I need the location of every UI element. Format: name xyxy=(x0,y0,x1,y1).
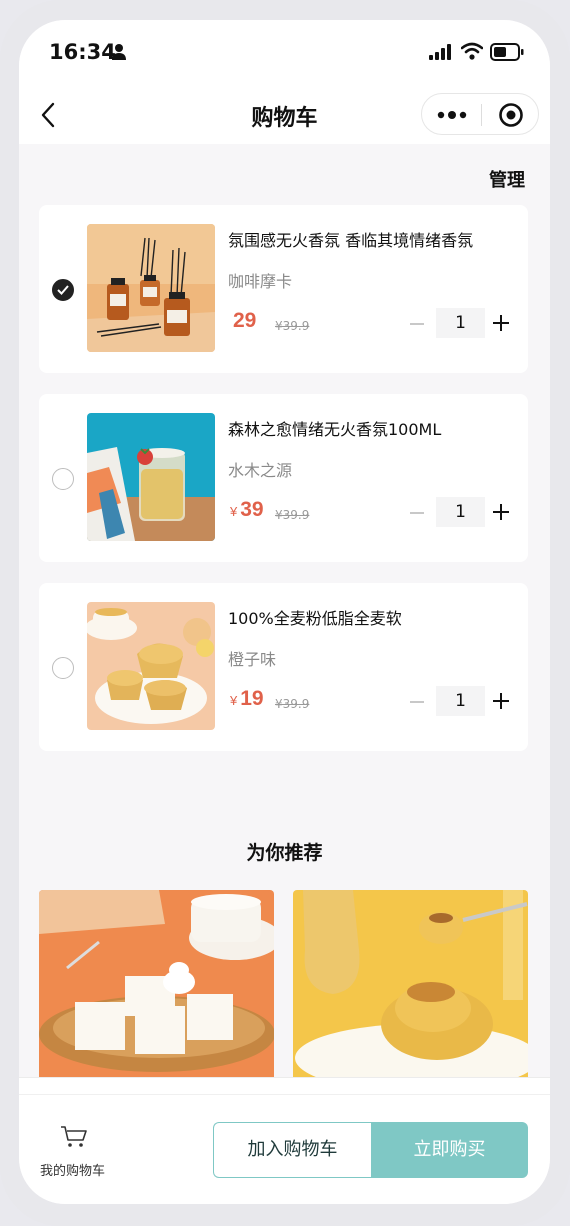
original-price: ¥39.9 xyxy=(275,697,310,711)
quantity-input[interactable]: 1 xyxy=(436,497,485,527)
product-image-muffins[interactable] xyxy=(87,602,215,730)
person-icon xyxy=(112,44,126,60)
product-price: ¥39 xyxy=(230,498,264,522)
quantity-plus-button[interactable] xyxy=(493,315,509,331)
recommend-title: 为你推荐 xyxy=(246,842,323,864)
currency-symbol: ¥ xyxy=(230,693,238,708)
product-name[interactable]: 100%全麦粉低脂全麦软 xyxy=(228,605,402,629)
currency-symbol: ¥ xyxy=(230,504,238,519)
recommend-item-cake[interactable] xyxy=(39,890,274,1080)
price-value: 19 xyxy=(240,687,264,710)
cart-item: 氛围感无火香氛 香临其境情绪香氛 咖啡摩卡 29 ¥39.9 1 xyxy=(39,205,528,373)
status-time: 16:34 xyxy=(49,40,116,64)
product-name[interactable]: 森林之愈情绪无火香氛100ML xyxy=(228,416,441,440)
price-value: 29 xyxy=(233,309,257,332)
quantity-plus-button[interactable] xyxy=(493,504,509,520)
signal-icon xyxy=(429,44,451,60)
close-target-icon[interactable] xyxy=(498,102,524,128)
capsule-divider xyxy=(481,104,482,126)
select-checkbox[interactable] xyxy=(52,279,74,301)
original-price: ¥39.9 xyxy=(275,319,310,333)
screen: 16:34 购物车 管理 氛围感无火香氛 香临其境情绪香氛 咖啡摩卡 29 ¥3… xyxy=(19,20,550,1204)
quantity-minus-button[interactable] xyxy=(410,701,424,703)
my-cart-label[interactable]: 我的购物车 xyxy=(40,1160,105,1179)
phone-frame: 16:34 购物车 管理 氛围感无火香氛 香临其境情绪香氛 咖啡摩卡 29 ¥3… xyxy=(0,0,570,1226)
quantity-plus-button[interactable] xyxy=(493,693,509,709)
buy-now-button[interactable]: 立即购买 xyxy=(371,1122,528,1178)
status-bar: 16:34 xyxy=(19,20,550,86)
quantity-input[interactable]: 1 xyxy=(436,686,485,716)
nav-bar: 购物车 xyxy=(19,86,550,144)
product-variant[interactable]: 咖啡摩卡 xyxy=(228,268,292,292)
bottom-action-bar: 我的购物车 加入购物车 立即购买 xyxy=(19,1077,550,1204)
select-checkbox[interactable] xyxy=(52,468,74,490)
product-price: ¥19 xyxy=(230,687,264,711)
manage-button[interactable]: 管理 xyxy=(489,166,525,192)
product-price: 29 xyxy=(230,309,256,333)
product-variant[interactable]: 橙子味 xyxy=(228,646,276,670)
battery-icon xyxy=(490,43,524,61)
quantity-input[interactable]: 1 xyxy=(436,308,485,338)
quantity-minus-button[interactable] xyxy=(410,323,424,325)
recommend-item-pasta[interactable] xyxy=(293,890,528,1080)
select-checkbox[interactable] xyxy=(52,657,74,679)
mini-program-capsule xyxy=(421,93,539,135)
wifi-icon xyxy=(461,42,483,60)
product-variant[interactable]: 水木之源 xyxy=(228,457,292,481)
original-price: ¥39.9 xyxy=(275,508,310,522)
quantity-minus-button[interactable] xyxy=(410,512,424,514)
product-image-diffuser[interactable] xyxy=(87,224,215,352)
cart-item: 100%全麦粉低脂全麦软 橙子味 ¥19 ¥39.9 1 xyxy=(39,583,528,751)
more-icon[interactable] xyxy=(434,104,470,126)
shopping-cart-icon[interactable] xyxy=(60,1125,88,1149)
bottom-divider xyxy=(19,1094,550,1095)
product-name[interactable]: 氛围感无火香氛 香临其境情绪香氛 xyxy=(228,227,473,251)
price-value: 39 xyxy=(240,498,264,521)
cart-item: 森林之愈情绪无火香氛100ML 水木之源 ¥39 ¥39.9 1 xyxy=(39,394,528,562)
product-image-drink[interactable] xyxy=(87,413,215,541)
add-to-cart-button[interactable]: 加入购物车 xyxy=(213,1122,371,1178)
